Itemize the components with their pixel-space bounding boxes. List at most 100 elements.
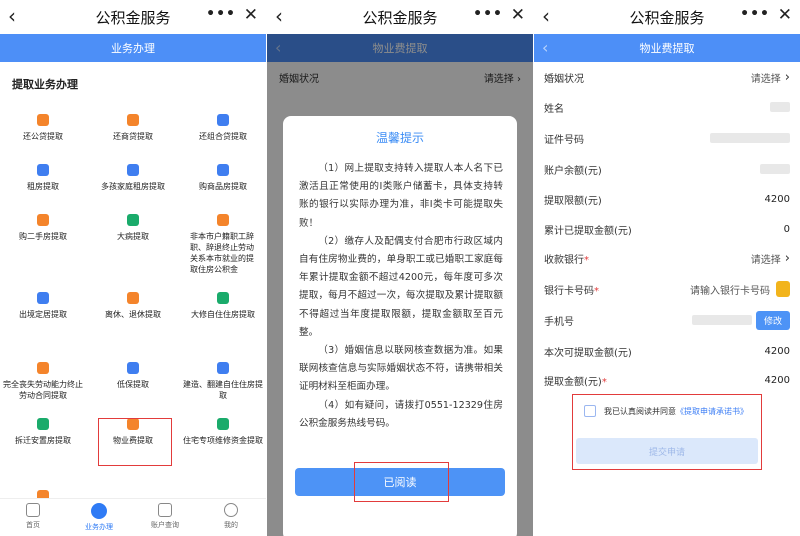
field-value (760, 164, 790, 174)
back-icon[interactable]: ‹ (8, 4, 16, 28)
service-label: 非本市户籍职工辞职、辞退终止劳动关系本市就业的提取住房公积金 (190, 232, 254, 274)
tab-label: 我的 (224, 521, 238, 529)
service-item[interactable]: 租房提取 (3, 164, 83, 192)
close-icon[interactable]: ✕ (778, 5, 792, 25)
section-title: 提取业务办理 (12, 78, 78, 91)
required-mark: * (594, 285, 599, 297)
field-value: 请选择 › (750, 250, 790, 266)
service-icon (127, 292, 139, 304)
notice-paragraph: （4）如有疑问，请拨打0551-12329住房公积金服务热线号码。 (299, 399, 503, 429)
page-header: ‹ 物业费提取 (534, 34, 800, 62)
back-icon[interactable]: ‹ (275, 4, 283, 28)
service-item[interactable]: 出境定居提取 (3, 292, 83, 320)
service-icon (127, 164, 139, 176)
field-label: 累计已提取金额(元) (544, 225, 632, 237)
service-icon (127, 114, 139, 126)
close-icon[interactable]: ✕ (511, 5, 525, 25)
form-row[interactable]: 银行卡号码* 请输入银行卡号码 (534, 274, 800, 304)
back-icon[interactable]: ‹ (542, 4, 550, 28)
form-row[interactable]: 收款银行* 请选择 › (534, 243, 800, 273)
service-label: 离休、退休提取 (105, 310, 161, 319)
tab-label: 首页 (26, 521, 40, 529)
service-item[interactable]: 还组合贷提取 (183, 114, 263, 142)
service-item[interactable]: 购二手房提取 (3, 214, 83, 242)
user-icon (224, 503, 238, 517)
service-icon (217, 114, 229, 126)
highlight-box (354, 462, 449, 502)
tab-home[interactable]: 首页 (0, 503, 66, 530)
service-label: 购商品房提取 (199, 182, 247, 191)
service-item[interactable]: 拆迁安置房提取 (3, 418, 83, 446)
tab-account[interactable]: 账户查询 (132, 503, 198, 530)
field-label: 手机号 (544, 316, 574, 328)
service-item[interactable]: 多孩家庭租房提取 (93, 164, 173, 192)
service-item[interactable]: 购商品房提取 (183, 164, 263, 192)
service-icon (217, 418, 229, 430)
top-nav: ‹ 公积金服务 ••• ✕ (0, 0, 266, 34)
service-label: 完全丧失劳动能力终止劳动合同提取 (3, 380, 83, 400)
service-icon (37, 362, 49, 374)
form-row: 提取金额(元)* 4200 (534, 365, 800, 395)
agree-text: 我已认真阅读并同意 (604, 406, 676, 416)
service-label: 还组合贷提取 (199, 132, 247, 141)
service-panel: 提取业务办理 还公贷提取 还商贷提取 还组合贷提取租房提取 多孩家庭租房提取 购商品房提… (0, 62, 266, 502)
service-label: 多孩家庭租房提取 (101, 182, 165, 191)
service-label: 购二手房提取 (19, 232, 67, 241)
notice-dialog: 温馨提示 （1）网上提取支持转入提取人本人名下已激活且正常使用的I类账户储蓄卡，… (283, 116, 517, 536)
service-label: 低保提取 (117, 380, 149, 389)
home-icon (26, 503, 40, 517)
more-icon[interactable]: ••• (473, 6, 503, 22)
agreement-link[interactable]: 《提取申请承诺书》 (676, 406, 748, 417)
tab-business[interactable]: 业务办理 (66, 503, 132, 532)
back-icon[interactable]: ‹ (542, 38, 548, 57)
masked-value (710, 133, 790, 143)
service-icon (37, 214, 49, 226)
service-item[interactable]: 离休、退休提取 (93, 292, 173, 320)
more-icon[interactable]: ••• (206, 6, 236, 22)
edit-phone-button[interactable]: 修改 (755, 310, 790, 330)
service-item[interactable]: 还商贷提取 (93, 114, 173, 142)
nav-title: 公积金服务 (362, 8, 438, 27)
form-row[interactable]: 婚姻状况 请选择 › (534, 62, 800, 92)
service-label: 建造、翻建自住住房提取 (183, 380, 263, 400)
top-nav: ‹ 公积金服务 ••• ✕ (267, 0, 533, 34)
agreement-row: 我已认真阅读并同意 《提取申请承诺书》 (584, 405, 748, 417)
form-row: 姓名 (534, 92, 800, 122)
chevron-right-icon: › (784, 250, 790, 266)
service-item[interactable]: 建造、翻建自住住房提取 (183, 362, 263, 401)
service-icon (217, 214, 229, 226)
notice-paragraph: （1）网上提取支持转入提取人本人名下已激活且正常使用的I类账户储蓄卡，具体支持转… (299, 163, 503, 229)
service-label: 住宅专项维修资金提取 (183, 436, 263, 445)
bank-card-icon[interactable] (776, 281, 790, 297)
service-item[interactable]: 大病提取 (93, 214, 173, 242)
service-item[interactable]: 低保提取 (93, 362, 173, 390)
tab-mine[interactable]: 我的 (198, 503, 264, 530)
form-row: 累计已提取金额(元) 0 (534, 214, 800, 244)
service-item[interactable]: 还公贷提取 (3, 114, 83, 142)
close-icon[interactable]: ✕ (244, 5, 258, 25)
more-icon[interactable]: ••• (740, 6, 770, 22)
screen-form: ‹ 公积金服务 ••• ✕ ‹ 物业费提取 婚姻状况 请选择 › 姓名 证件号码 账户余额… (534, 0, 800, 536)
tab-label: 账户查询 (151, 521, 179, 529)
field-value: 4200 (764, 193, 790, 205)
service-item[interactable]: 住宅专项维修资金提取 (183, 418, 263, 446)
service-label: 大修自住住房提取 (191, 310, 255, 319)
service-item[interactable]: 完全丧失劳动能力终止劳动合同提取 (3, 362, 83, 401)
agree-checkbox[interactable] (584, 405, 596, 417)
service-label: 还商贷提取 (113, 132, 153, 141)
service-label: 拆迁安置房提取 (15, 436, 71, 445)
service-label: 还公贷提取 (23, 132, 63, 141)
masked-value (691, 315, 752, 325)
tab-label: 业务办理 (85, 523, 113, 531)
field-value: 请输入银行卡号码 (690, 281, 790, 297)
business-icon (91, 503, 107, 519)
service-icon (127, 362, 139, 374)
submit-button[interactable]: 提交申请 (576, 438, 758, 464)
service-item[interactable]: 非本市户籍职工辞职、辞退终止劳动关系本市就业的提取住房公积金 (183, 214, 263, 275)
tab-bar: 首页 业务办理 账户查询 我的 (0, 498, 266, 536)
field-value (770, 102, 790, 112)
service-item[interactable]: 大修自住住房提取 (183, 292, 263, 320)
service-icon (37, 164, 49, 176)
field-value (710, 133, 790, 143)
field-label: 本次可提取金额(元) (544, 347, 632, 359)
